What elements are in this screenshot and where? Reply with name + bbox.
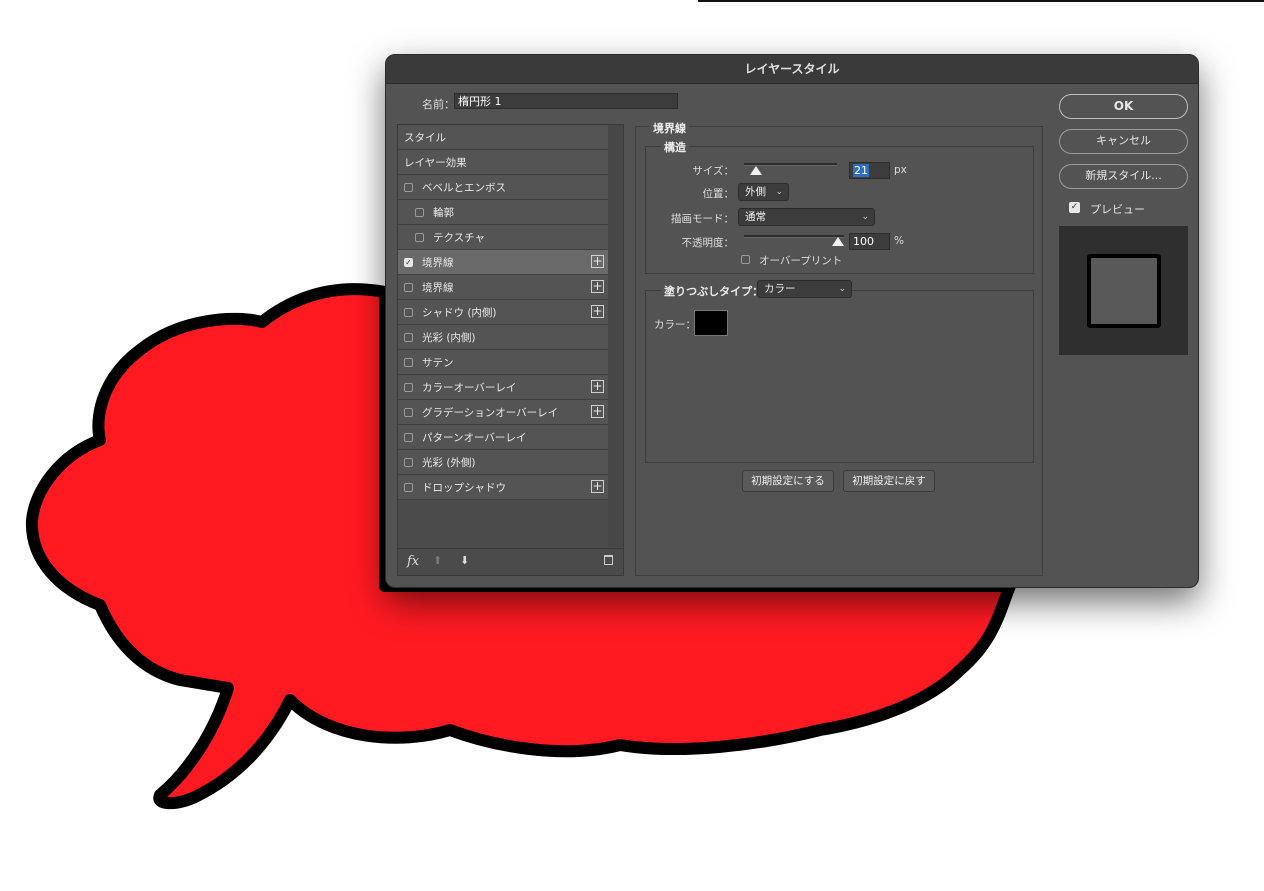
position-label: 位置： — [702, 188, 735, 200]
effect-item[interactable]: 輪郭 — [398, 200, 608, 225]
position-value: 外側 — [745, 186, 766, 198]
effect-item[interactable]: ✓ 境界線 + — [398, 250, 608, 275]
size-input[interactable]: 21 — [849, 162, 890, 179]
effect-checkbox[interactable] — [404, 282, 413, 292]
structure-title: 構造 — [661, 139, 689, 155]
effect-item[interactable]: シャドウ (内側) + — [398, 300, 608, 325]
effect-label: 光彩 (内側) — [422, 331, 476, 344]
cancel-button[interactable]: キャンセル — [1059, 129, 1188, 154]
overprint-label: オーバープリント — [759, 255, 843, 267]
effect-label: 境界線 — [422, 256, 454, 269]
effect-item[interactable]: パターンオーバーレイ — [398, 425, 608, 450]
effect-item[interactable]: サテン — [398, 350, 608, 375]
effect-label: シャドウ (内側) — [422, 306, 497, 319]
effect-item[interactable]: 光彩 (外側) — [398, 450, 608, 475]
reset-default-button[interactable]: 初期設定に戻す — [843, 470, 935, 492]
layer-style-dialog: レイヤースタイル 名前： 楕円形 1 スタイル レイヤー効果 ベベルとエンボス輪… — [385, 54, 1199, 588]
name-label: 名前： — [422, 98, 455, 111]
effect-checkbox[interactable] — [404, 482, 413, 492]
opacity-input[interactable]: 100 — [849, 233, 890, 250]
add-effect-icon[interactable]: + — [591, 405, 604, 418]
effect-checkbox[interactable] — [404, 432, 413, 442]
add-effect-icon[interactable]: + — [591, 305, 604, 318]
effect-label: 光彩 (外側) — [422, 456, 476, 469]
add-effect-icon[interactable]: + — [591, 380, 604, 393]
size-slider-thumb[interactable] — [750, 166, 762, 175]
effect-checkbox[interactable] — [404, 332, 413, 342]
add-effect-icon[interactable]: + — [591, 480, 604, 493]
fill-type-value: カラー — [764, 283, 796, 295]
color-label: カラー： — [654, 319, 696, 331]
preview-square — [1087, 254, 1161, 328]
style-list-footer: fx ⬆ ⬇ — [398, 548, 623, 575]
blend-mode-select[interactable]: 通常 ⌄ — [738, 208, 875, 226]
name-input[interactable]: 楕円形 1 — [454, 93, 678, 109]
chevron-down-icon: ⌄ — [775, 187, 783, 197]
effect-item[interactable]: 境界線 + — [398, 275, 608, 300]
move-down-icon[interactable]: ⬇ — [460, 554, 469, 567]
effect-label: サテン — [422, 356, 454, 369]
effect-label: ドロップシャドウ — [422, 481, 506, 494]
opacity-label: 不透明度： — [681, 237, 735, 249]
fill-type-label: 塗りつぶしタイプ： — [661, 283, 767, 299]
stroke-section-title: 境界線 — [650, 120, 689, 136]
effect-item[interactable]: カラーオーバーレイ + — [398, 375, 608, 400]
ok-button[interactable]: OK — [1059, 94, 1188, 119]
size-label: サイズ： — [692, 165, 734, 177]
fx-icon[interactable]: fx — [407, 554, 419, 569]
chevron-down-icon: ⌄ — [861, 212, 869, 222]
effect-checkbox[interactable] — [404, 307, 413, 317]
style-list-header-effects[interactable]: レイヤー効果 — [398, 150, 608, 175]
opacity-slider-thumb[interactable] — [832, 237, 844, 246]
effects-list: ベベルとエンボス輪郭テクスチャ ✓ 境界線 + 境界線 + シャドウ (内側) + 光彩 (内側… — [398, 175, 623, 500]
effect-label: テクスチャ — [433, 231, 486, 244]
effect-checkbox[interactable] — [404, 457, 413, 467]
trash-icon[interactable] — [604, 555, 613, 565]
effect-item[interactable]: 光彩 (内側) — [398, 325, 608, 350]
add-effect-icon[interactable]: + — [591, 280, 604, 293]
effect-checkbox[interactable] — [404, 382, 413, 392]
effect-checkbox[interactable]: ✓ — [404, 257, 413, 267]
effect-checkbox[interactable] — [415, 232, 424, 242]
effect-label: パターンオーバーレイ — [422, 431, 527, 444]
style-list-header-styles[interactable]: スタイル — [398, 125, 608, 150]
effect-item[interactable]: ドロップシャドウ + — [398, 475, 608, 500]
color-swatch[interactable] — [694, 310, 728, 336]
canvas-edge-line — [698, 0, 1264, 2]
effect-checkbox[interactable] — [404, 357, 413, 367]
effect-label: カラーオーバーレイ — [422, 381, 517, 394]
blend-mode-label: 描画モード： — [671, 213, 734, 225]
stroke-settings-panel: 境界線 構造 サイズ： 21 px 位置： 外側 ⌄ 描画モード： 通常 ⌄ 不透明… — [635, 120, 1043, 576]
preview-label: プレビュー — [1090, 203, 1145, 216]
style-list-panel: スタイル レイヤー効果 ベベルとエンボス 輪郭 テクスチャ ✓ 境界線 + 境界線 + シャドウ… — [397, 124, 624, 576]
effect-item[interactable]: ベベルとエンボス — [398, 175, 608, 200]
fill-type-select[interactable]: カラー ⌄ — [757, 280, 852, 298]
opacity-slider-track[interactable] — [744, 235, 844, 238]
blend-mode-value: 通常 — [745, 211, 766, 223]
style-list-scrollbar[interactable] — [608, 125, 623, 547]
size-unit: px — [894, 164, 907, 176]
effect-item[interactable]: テクスチャ — [398, 225, 608, 250]
size-value: 21 — [853, 164, 869, 177]
effect-label: 輪郭 — [433, 206, 454, 219]
effect-checkbox[interactable] — [404, 407, 413, 417]
new-style-button[interactable]: 新規スタイル... — [1059, 164, 1188, 189]
chevron-down-icon: ⌄ — [838, 284, 846, 294]
move-up-icon[interactable]: ⬆ — [433, 554, 442, 567]
add-effect-icon[interactable]: + — [591, 255, 604, 268]
dialog-title: レイヤースタイル — [386, 55, 1198, 84]
effect-checkbox[interactable] — [415, 207, 424, 217]
effect-label: ベベルとエンボス — [422, 181, 506, 194]
effect-label: グラデーションオーバーレイ — [422, 406, 559, 419]
effect-label: 境界線 — [422, 281, 454, 294]
preview-thumbnail — [1059, 226, 1188, 355]
effect-item[interactable]: グラデーションオーバーレイ + — [398, 400, 608, 425]
preview-checkbox[interactable]: ✓ — [1069, 202, 1080, 213]
effect-checkbox[interactable] — [404, 182, 413, 192]
opacity-unit: % — [894, 235, 904, 247]
position-select[interactable]: 外側 ⌄ — [738, 183, 789, 201]
overprint-checkbox[interactable] — [741, 255, 750, 264]
make-default-button[interactable]: 初期設定にする — [742, 470, 834, 492]
